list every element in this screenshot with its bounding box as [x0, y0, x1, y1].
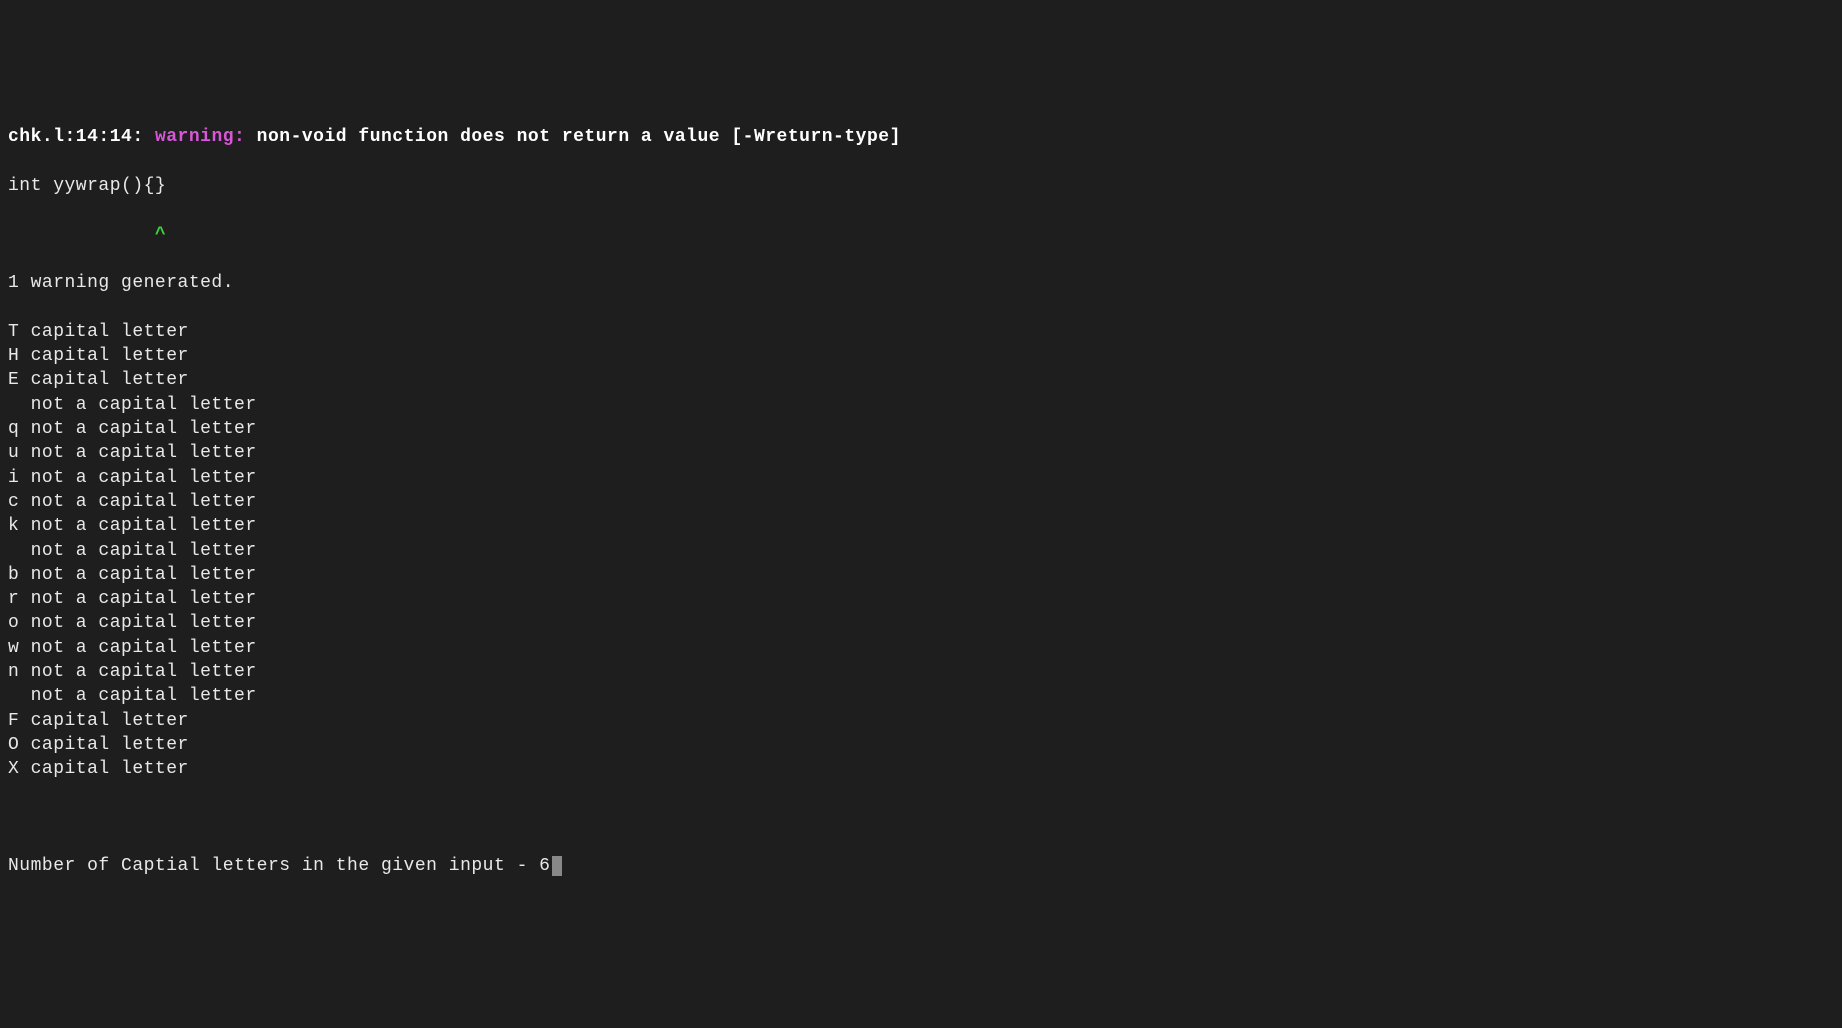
- output-line: i not a capital letter: [8, 466, 1834, 490]
- result-text: Number of Captial letters in the given i…: [8, 856, 550, 876]
- compiler-diagnostic-line: chk.l:14:14: warning: non-void function …: [8, 125, 1834, 149]
- output-line: c not a capital letter: [8, 490, 1834, 514]
- output-line: H capital letter: [8, 344, 1834, 368]
- output-line: not a capital letter: [8, 393, 1834, 417]
- output-line: u not a capital letter: [8, 441, 1834, 465]
- blank-line: [8, 806, 1834, 830]
- cursor-icon: [552, 856, 562, 876]
- output-line: w not a capital letter: [8, 636, 1834, 660]
- output-line: k not a capital letter: [8, 514, 1834, 538]
- output-line: r not a capital letter: [8, 587, 1834, 611]
- terminal-output[interactable]: chk.l:14:14: warning: non-void function …: [8, 101, 1834, 903]
- warning-keyword: warning:: [155, 127, 245, 147]
- source-code-line: int yywrap(){}: [8, 174, 1834, 198]
- output-line: E capital letter: [8, 368, 1834, 392]
- output-line: o not a capital letter: [8, 611, 1834, 635]
- warning-summary: 1 warning generated.: [8, 271, 1834, 295]
- output-line: not a capital letter: [8, 684, 1834, 708]
- output-line: O capital letter: [8, 733, 1834, 757]
- result-line: Number of Captial letters in the given i…: [8, 854, 1834, 878]
- output-line: F capital letter: [8, 709, 1834, 733]
- output-line: q not a capital letter: [8, 417, 1834, 441]
- output-line: not a capital letter: [8, 539, 1834, 563]
- caret-indicator: ^: [8, 223, 1834, 247]
- output-line: T capital letter: [8, 320, 1834, 344]
- output-line: n not a capital letter: [8, 660, 1834, 684]
- warning-message: non-void function does not return a valu…: [257, 127, 901, 147]
- output-line: X capital letter: [8, 757, 1834, 781]
- file-location: chk.l:14:14:: [8, 127, 144, 147]
- output-line: b not a capital letter: [8, 563, 1834, 587]
